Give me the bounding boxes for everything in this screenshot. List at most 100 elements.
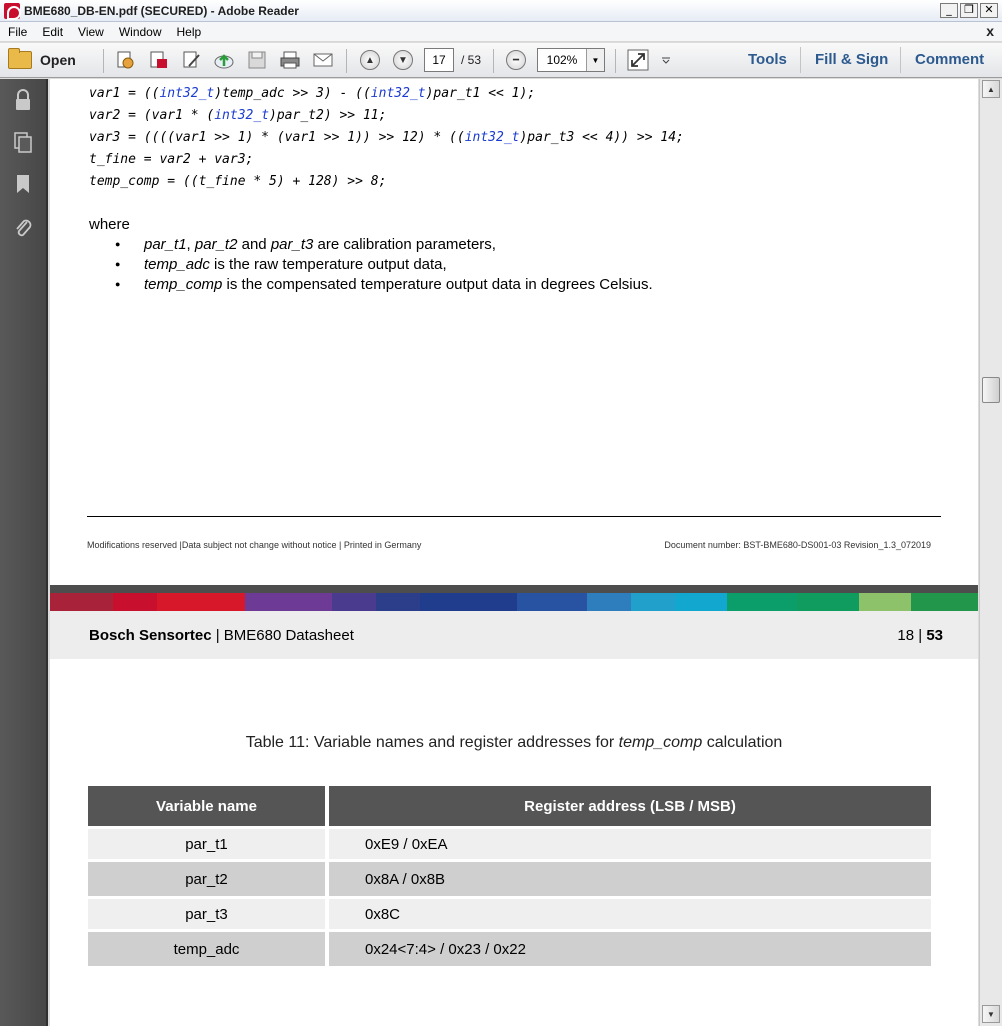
toolbar-separator <box>800 47 801 73</box>
toolbar-separator <box>346 49 347 73</box>
pages-icon[interactable] <box>12 131 34 153</box>
zoom-value: 102% <box>546 53 578 67</box>
page-header: Bosch Sensortec | BME680 Datasheet 18 | … <box>50 611 978 659</box>
stripe-segment <box>420 593 517 611</box>
adobe-reader-icon <box>4 2 21 20</box>
footer-document-number: Document number: BST-BME680-DS001-03 Rev… <box>664 540 931 550</box>
stripe-segment <box>674 593 728 611</box>
document-view[interactable]: var1 = ((int32_t)temp_adc >> 3) - ((int3… <box>50 79 978 1026</box>
stripe-segment <box>113 593 158 611</box>
previous-page-icon[interactable]: ▲ <box>359 49 381 71</box>
table-row: par_t3 0x8C <box>88 899 931 929</box>
open-button[interactable]: Open <box>8 48 76 72</box>
table-row: par_t1 0xE9 / 0xEA <box>88 829 931 859</box>
stripe-segment <box>332 593 377 611</box>
table-row: par_t2 0x8A / 0x8B <box>88 862 931 896</box>
toolbar-separator <box>103 49 104 73</box>
minimize-button[interactable]: _ <box>940 3 958 18</box>
menu-bar: File Edit View Window Help x <box>0 22 1002 42</box>
code-line-1: var1 = ((int32_t)temp_adc >> 3) - ((int3… <box>89 86 536 101</box>
save-icon[interactable] <box>246 49 268 71</box>
list-item: temp_comp is the compensated temperature… <box>115 276 653 293</box>
stripe-segment <box>858 593 912 611</box>
print-icon[interactable] <box>279 49 301 71</box>
zoom-out-icon[interactable]: ━ <box>505 49 527 71</box>
chevron-down-icon[interactable]: ▼ <box>586 49 604 71</box>
stripe-segment <box>797 593 859 611</box>
lock-icon[interactable] <box>12 89 34 111</box>
edit-pdf-icon[interactable] <box>180 49 202 71</box>
open-label: Open <box>40 52 76 68</box>
fit-page-icon[interactable] <box>627 49 649 71</box>
stripe-segment <box>911 593 978 611</box>
bookmark-icon[interactable] <box>12 173 34 195</box>
page-total: / 53 <box>461 53 482 67</box>
stripe-segment <box>376 593 421 611</box>
upload-cloud-icon[interactable] <box>213 49 235 71</box>
stripe-segment <box>630 593 675 611</box>
scroll-up-icon[interactable]: ▲ <box>982 80 1000 98</box>
code-line-4: t_fine = var2 + var3; <box>89 152 254 167</box>
code-line-5: temp_comp = ((t_fine * 5) + 128) >> 8; <box>89 174 387 189</box>
table-row: temp_adc 0x24<7:4> / 0x23 / 0x22 <box>88 932 931 966</box>
cell-variable: par_t2 <box>88 862 329 896</box>
stripe-segment <box>727 593 798 611</box>
paperclip-icon[interactable] <box>12 217 34 239</box>
toolbar-separator <box>493 49 494 73</box>
code-line-3: var3 = ((((var1 >> 1) * (var1 >> 1)) >> … <box>89 130 684 145</box>
zoom-select[interactable]: 102% ▼ <box>537 48 605 72</box>
export-pdf-icon[interactable] <box>147 49 169 71</box>
code-line-2: var2 = (var1 * (int32_t)par_t2) >> 11; <box>89 108 387 123</box>
where-label: where <box>89 216 130 233</box>
stripe-segment <box>157 593 245 611</box>
toolbar-separator <box>900 47 901 73</box>
list-item: par_t1, par_t2 and par_t3 are calibratio… <box>115 236 496 253</box>
cell-register: 0x8A / 0x8B <box>329 862 931 896</box>
email-icon[interactable] <box>312 49 334 71</box>
toolbar-separator <box>615 49 616 73</box>
navigation-pane <box>0 79 48 1026</box>
menu-file[interactable]: File <box>0 25 34 39</box>
menu-view[interactable]: View <box>70 25 111 39</box>
column-header-register: Register address (LSB / MSB) <box>329 786 931 826</box>
pdf-page-17: var1 = ((int32_t)temp_adc >> 3) - ((int3… <box>50 79 978 585</box>
menu-help[interactable]: Help <box>169 25 209 39</box>
window-controls: _ ❐ ✕ <box>940 3 998 18</box>
brand-color-stripe <box>50 593 978 611</box>
cell-variable: par_t1 <box>88 829 329 859</box>
restore-button[interactable]: ❐ <box>960 3 978 18</box>
document-close-icon[interactable]: x <box>986 23 994 39</box>
folder-icon <box>8 48 32 69</box>
title-bar: BME680_DB-EN.pdf (SECURED) - Adobe Reade… <box>0 0 1002 22</box>
column-header-variable: Variable name <box>88 786 329 826</box>
window-title: BME680_DB-EN.pdf (SECURED) - Adobe Reade… <box>24 3 299 18</box>
scroll-down-icon[interactable]: ▼ <box>982 1005 1000 1023</box>
cell-variable: temp_adc <box>88 932 329 966</box>
stripe-segment <box>50 593 114 611</box>
page-number: 18 | 53 <box>897 627 943 644</box>
stripe-segment <box>586 593 631 611</box>
close-button[interactable]: ✕ <box>980 3 998 18</box>
cell-register: 0x8C <box>329 899 931 929</box>
next-page-icon[interactable]: ▼ <box>392 49 414 71</box>
footer-notice: Modifications reserved |Data subject not… <box>87 540 422 550</box>
page-header-brand: Bosch Sensortec | BME680 Datasheet <box>89 627 354 644</box>
table-caption: Table 11: Variable names and register ad… <box>245 734 783 751</box>
vertical-scrollbar[interactable]: ▲ ▼ <box>979 79 1002 1026</box>
tab-tools[interactable]: Tools <box>748 51 787 68</box>
stripe-segment <box>516 593 587 611</box>
menu-edit[interactable]: Edit <box>34 25 70 39</box>
cell-register: 0xE9 / 0xEA <box>329 829 931 859</box>
register-table: Variable name Register address (LSB / MS… <box>88 783 931 969</box>
tab-fill-sign[interactable]: Fill & Sign <box>815 51 888 68</box>
menu-window[interactable]: Window <box>111 25 169 39</box>
toolbar-overflow-icon[interactable] <box>658 49 674 71</box>
footer-divider <box>87 516 941 517</box>
pdf-page-18: Bosch Sensortec | BME680 Datasheet 18 | … <box>50 593 978 1026</box>
tab-comment[interactable]: Comment <box>915 51 984 68</box>
cell-variable: par_t3 <box>88 899 329 929</box>
scrollbar-thumb[interactable] <box>982 377 1000 403</box>
create-pdf-icon[interactable] <box>114 49 136 71</box>
stripe-segment <box>244 593 333 611</box>
page-number-input[interactable]: 17 <box>424 48 454 72</box>
